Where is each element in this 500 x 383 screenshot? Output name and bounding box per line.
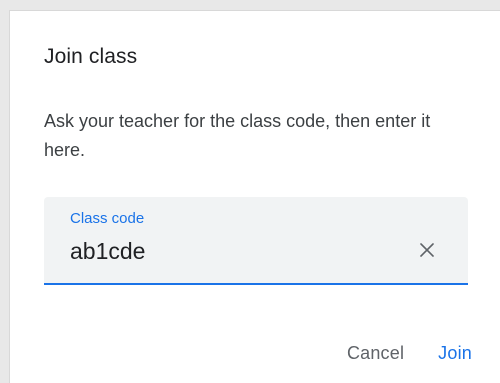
class-code-field[interactable]: Class code bbox=[44, 197, 468, 285]
join-class-dialog: Join class Ask your teacher for the clas… bbox=[9, 10, 500, 383]
dialog-actions: Cancel Join bbox=[337, 337, 482, 370]
join-button[interactable]: Join bbox=[428, 337, 482, 370]
class-code-input[interactable] bbox=[68, 233, 372, 269]
dialog-description: Ask your teacher for the class code, the… bbox=[44, 111, 431, 160]
cancel-button[interactable]: Cancel bbox=[337, 337, 414, 370]
close-icon bbox=[420, 243, 434, 257]
dialog-title: Join class bbox=[44, 45, 138, 68]
class-code-label: Class code bbox=[70, 210, 145, 227]
clear-input-button[interactable] bbox=[414, 237, 440, 263]
